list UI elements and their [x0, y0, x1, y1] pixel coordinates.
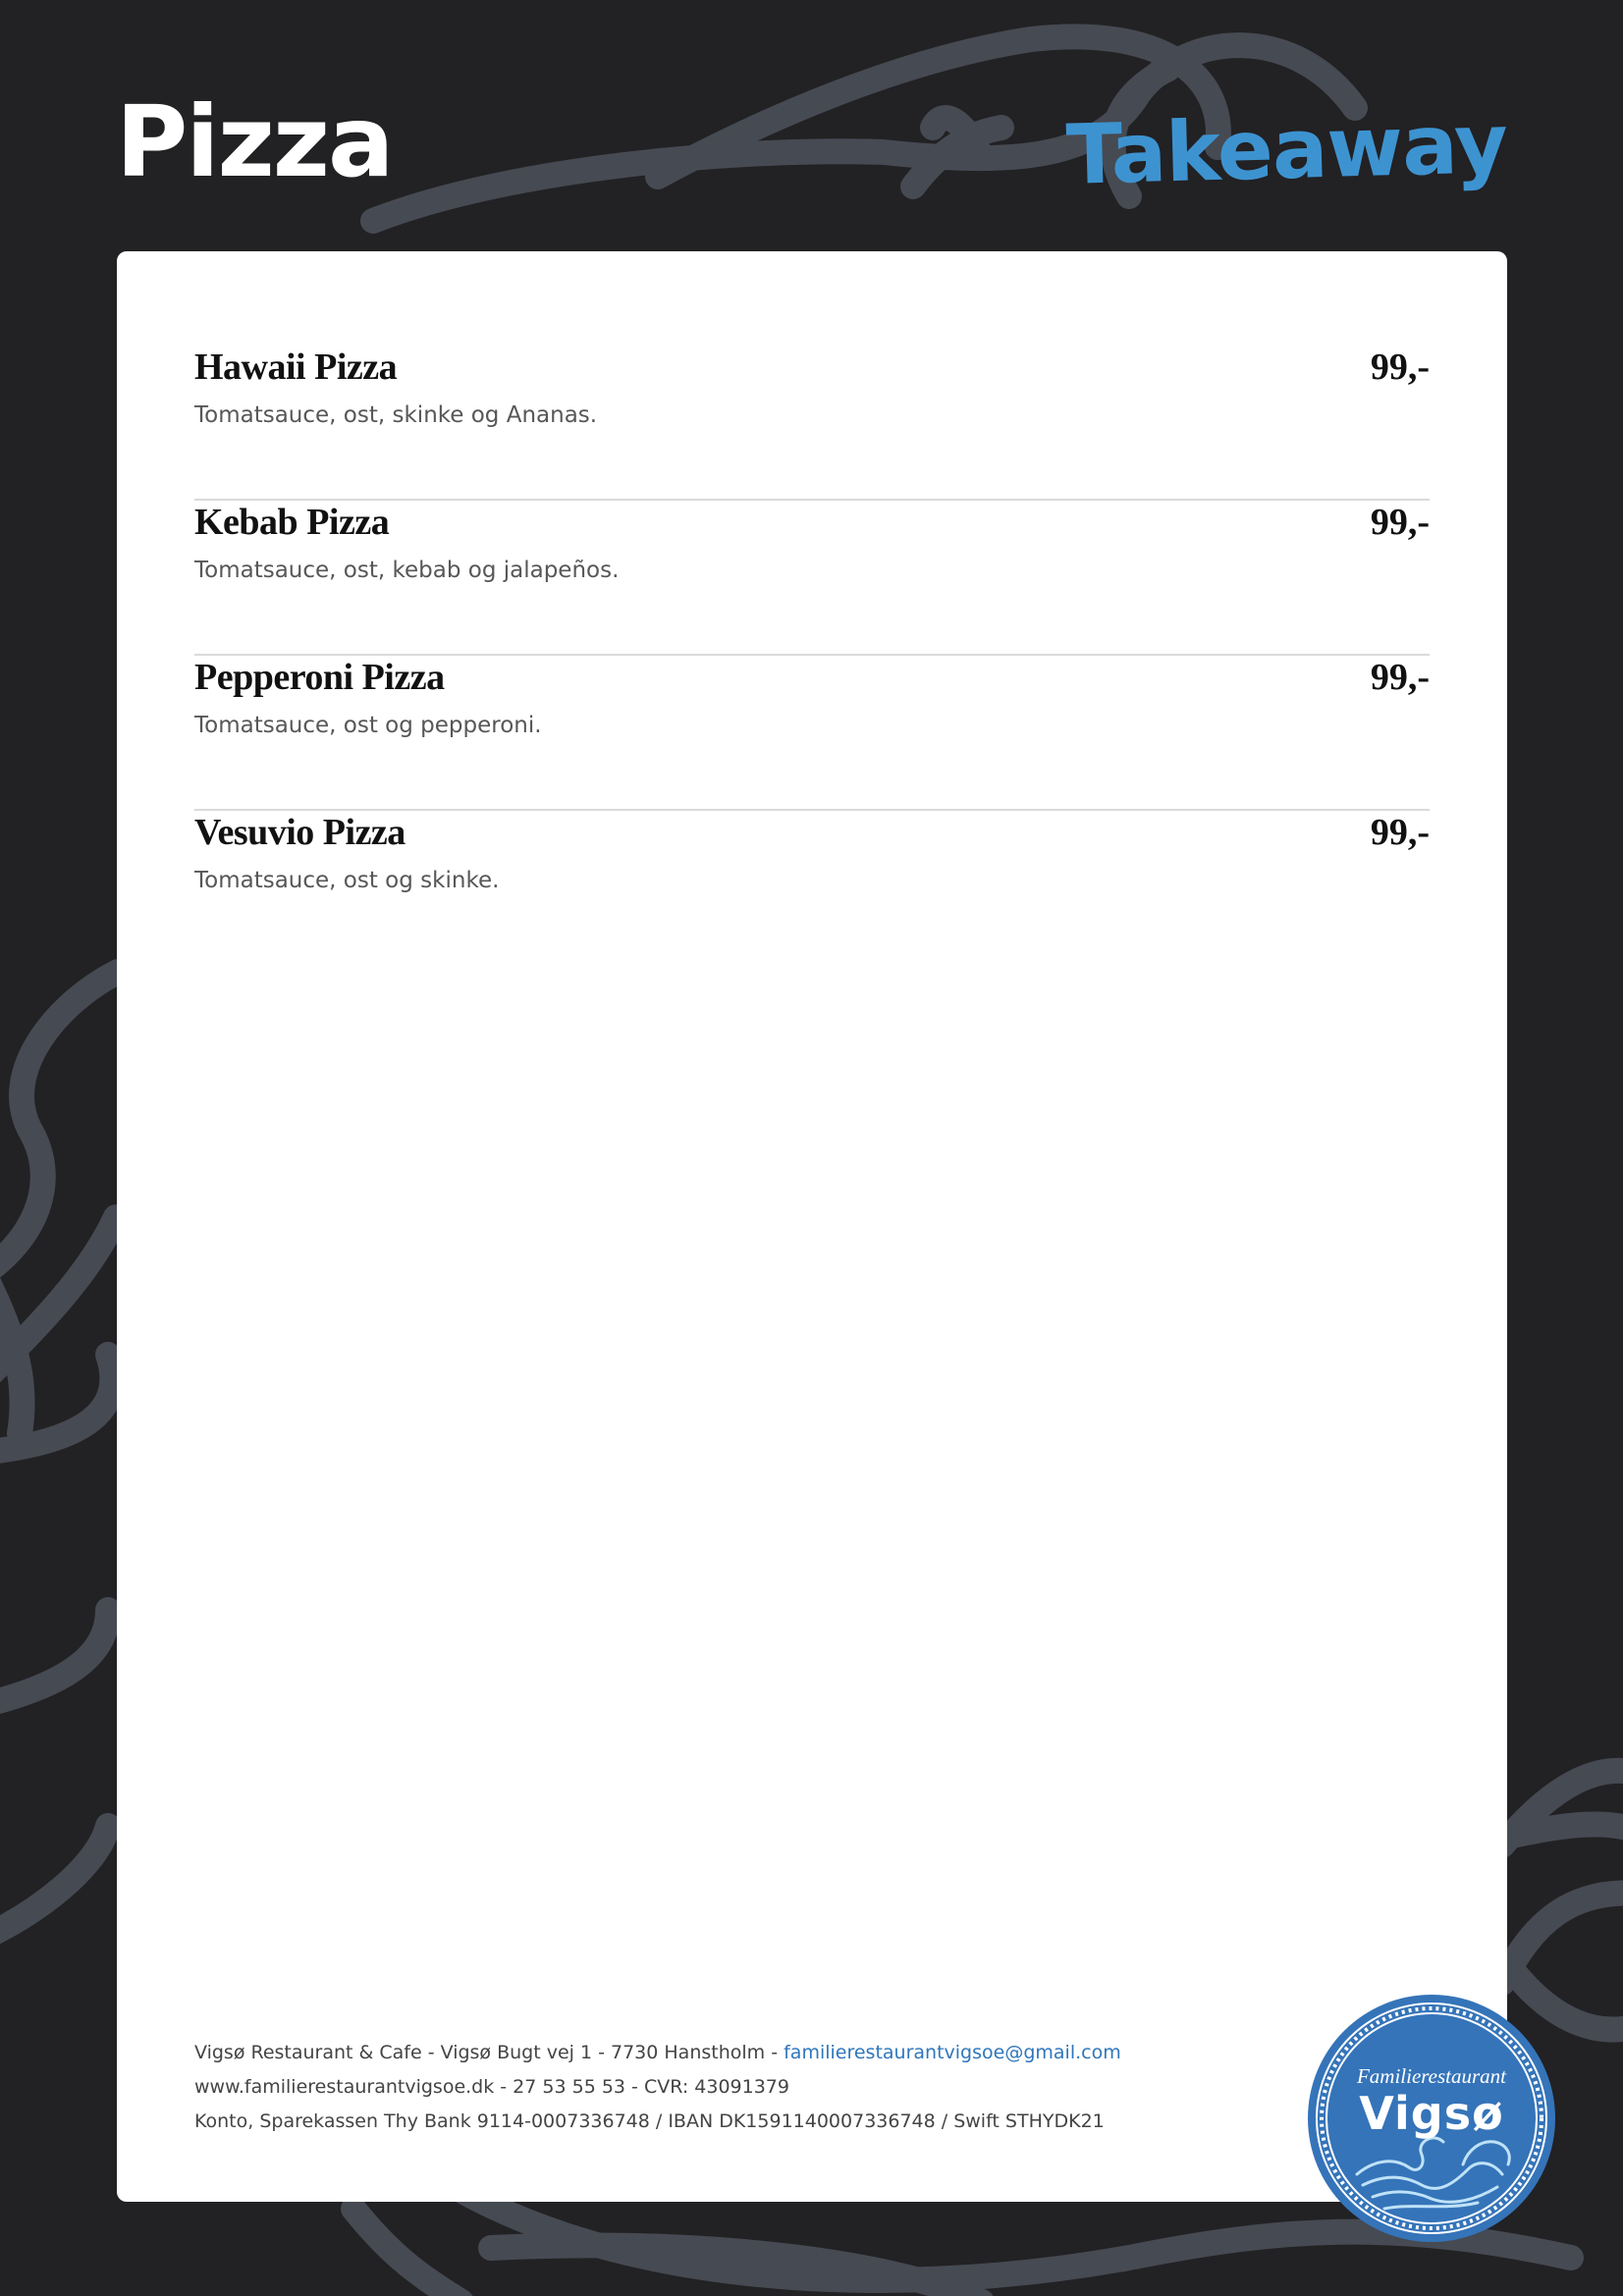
menu-item-name: Pepperoni Pizza	[194, 657, 445, 698]
footer-contact-info: Vigsø Restaurant & Cafe - Vigsø Bugt vej…	[194, 2036, 1121, 2139]
footer-address-line: Vigsø Restaurant & Cafe - Vigsø Bugt vej…	[194, 2036, 1121, 2070]
menu-item-price: 99,-	[1370, 347, 1430, 388]
menu-list: Hawaii Pizza 99,- Tomatsauce, ost, skink…	[194, 346, 1430, 964]
footer-address-text: Vigsø Restaurant & Cafe - Vigsø Bugt vej…	[194, 2042, 784, 2063]
menu-item-description: Tomatsauce, ost, kebab og jalapeños.	[194, 558, 620, 583]
menu-item-price: 99,-	[1370, 812, 1430, 853]
menu-item-price: 99,-	[1370, 657, 1430, 698]
menu-item-description: Tomatsauce, ost og skinke.	[194, 868, 500, 893]
footer-website-line: www.familierestaurantvigsoe.dk - 27 53 5…	[194, 2076, 789, 2098]
logo-text-vigso: Vigsø	[1359, 2087, 1504, 2140]
menu-item-hawaii-pizza: Hawaii Pizza 99,- Tomatsauce, ost, skink…	[194, 346, 1430, 501]
footer-bank-line: Konto, Sparekassen Thy Bank 9114-0007336…	[194, 2110, 1105, 2132]
logo-text-familierestaurant: Familierestaurant	[1356, 2064, 1507, 2088]
menu-item-name: Kebab Pizza	[194, 502, 390, 543]
menu-item-vesuvio-pizza: Vesuvio Pizza 99,- Tomatsauce, ost og sk…	[194, 811, 1430, 964]
menu-item-description: Tomatsauce, ost og pepperoni.	[194, 713, 542, 738]
restaurant-logo-badge: Familierestaurant Vigsø	[1306, 1993, 1557, 2244]
menu-item-description: Tomatsauce, ost, skinke og Ananas.	[194, 402, 598, 428]
menu-item-name: Vesuvio Pizza	[194, 812, 406, 853]
menu-item-kebab-pizza: Kebab Pizza 99,- Tomatsauce, ost, kebab …	[194, 501, 1430, 656]
menu-card: Hawaii Pizza 99,- Tomatsauce, ost, skink…	[117, 251, 1507, 2202]
page-title: Pizza	[116, 84, 394, 199]
menu-item-price: 99,-	[1370, 502, 1430, 543]
email-link[interactable]: familierestaurantvigsoe@gmail.com	[784, 2042, 1121, 2063]
menu-item-name: Hawaii Pizza	[194, 347, 398, 388]
takeaway-heading: Takeaway	[1064, 95, 1509, 203]
menu-item-pepperoni-pizza: Pepperoni Pizza 99,- Tomatsauce, ost og …	[194, 656, 1430, 811]
